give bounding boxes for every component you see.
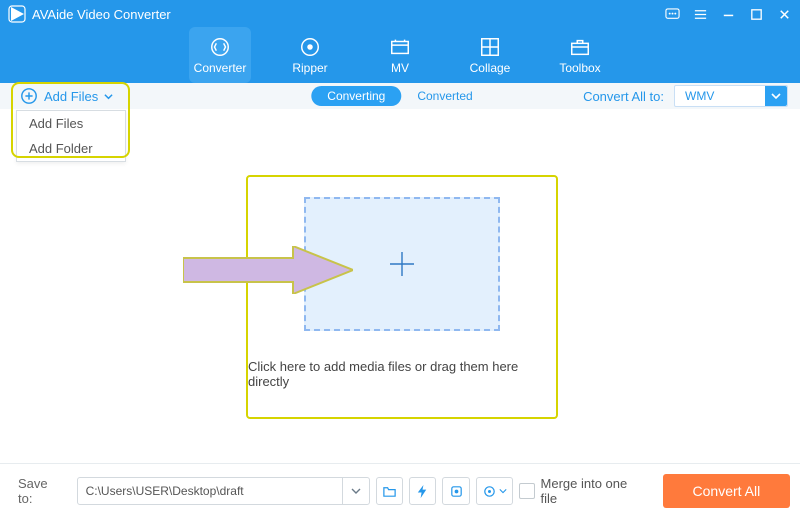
tab-label: Converter bbox=[194, 61, 247, 75]
converter-icon bbox=[209, 36, 231, 58]
close-icon[interactable] bbox=[776, 6, 792, 22]
merge-toggle[interactable]: Merge into one file bbox=[519, 476, 645, 506]
feedback-icon[interactable] bbox=[664, 6, 680, 22]
hw-accel-button[interactable] bbox=[409, 477, 436, 505]
tab-label: Toolbox bbox=[559, 61, 600, 75]
menu-item-add-files[interactable]: Add Files bbox=[17, 111, 125, 136]
menu-item-add-folder[interactable]: Add Folder bbox=[17, 136, 125, 161]
ripper-icon bbox=[299, 36, 321, 58]
dropzone-instruction: Click here to add media files or drag th… bbox=[248, 359, 556, 389]
collage-icon bbox=[479, 36, 501, 58]
chevron-down-icon bbox=[104, 92, 113, 101]
output-format-value: WMV bbox=[675, 89, 765, 103]
tab-label: MV bbox=[391, 61, 409, 75]
tab-label: Collage bbox=[470, 61, 511, 75]
menu-icon[interactable] bbox=[692, 6, 708, 22]
tab-converter[interactable]: Converter bbox=[189, 27, 251, 83]
save-path-box: C:\Users\USER\Desktop\draft bbox=[77, 477, 370, 505]
title-bar: AVAide Video Converter bbox=[0, 0, 800, 28]
minimize-icon[interactable] bbox=[720, 6, 736, 22]
add-files-label: Add Files bbox=[44, 89, 98, 104]
toolbox-icon bbox=[569, 36, 591, 58]
convert-all-to: Convert All to: WMV bbox=[583, 85, 800, 107]
save-path-value: C:\Users\USER\Desktop\draft bbox=[78, 478, 343, 504]
tab-label: Ripper bbox=[292, 61, 327, 75]
segment-converting[interactable]: Converting bbox=[311, 86, 401, 106]
chevron-down-icon bbox=[499, 487, 507, 495]
sub-toolbar: Add Files Converting Converted Convert A… bbox=[0, 83, 800, 110]
settings-button[interactable] bbox=[476, 477, 513, 505]
chip-icon bbox=[449, 484, 464, 499]
save-path-dropdown[interactable] bbox=[342, 478, 368, 504]
app-header: AVAide Video Converter Converter Ripper … bbox=[0, 0, 800, 83]
main-tabs: Converter Ripper MV Collage Toolbox bbox=[0, 27, 800, 83]
convert-all-button[interactable]: Convert All bbox=[663, 474, 790, 508]
tab-ripper[interactable]: Ripper bbox=[279, 27, 341, 83]
add-files-button[interactable]: Add Files bbox=[0, 83, 133, 109]
plus-circle-icon bbox=[20, 87, 38, 105]
gear-icon bbox=[482, 484, 497, 499]
tab-toolbox[interactable]: Toolbox bbox=[549, 27, 611, 83]
state-segment: Converting Converted bbox=[311, 83, 488, 109]
high-speed-button[interactable] bbox=[442, 477, 469, 505]
save-to-label: Save to: bbox=[18, 476, 65, 506]
mv-icon bbox=[389, 36, 411, 58]
convert-all-label: Convert All bbox=[693, 483, 761, 499]
add-files-menu: Add Files Add Folder bbox=[16, 110, 126, 162]
folder-icon bbox=[382, 484, 397, 499]
segment-converted[interactable]: Converted bbox=[401, 86, 488, 106]
logo-icon bbox=[8, 5, 26, 23]
annotation-highlight-dropzone: Click here to add media files or drag th… bbox=[246, 175, 558, 419]
app-title: AVAide Video Converter bbox=[32, 7, 171, 22]
merge-label: Merge into one file bbox=[541, 476, 645, 506]
open-folder-button[interactable] bbox=[376, 477, 403, 505]
app-logo: AVAide Video Converter bbox=[8, 5, 171, 23]
tab-collage[interactable]: Collage bbox=[459, 27, 521, 83]
tab-mv[interactable]: MV bbox=[369, 27, 431, 83]
checkbox-icon bbox=[519, 483, 535, 499]
bolt-icon bbox=[415, 484, 430, 499]
convert-all-to-label: Convert All to: bbox=[583, 89, 664, 104]
chevron-down-icon bbox=[765, 86, 787, 106]
footer-bar: Save to: C:\Users\USER\Desktop\draft Mer… bbox=[0, 463, 800, 518]
output-format-select[interactable]: WMV bbox=[674, 85, 788, 107]
dropzone[interactable] bbox=[304, 197, 500, 331]
plus-icon bbox=[385, 247, 419, 281]
maximize-icon[interactable] bbox=[748, 6, 764, 22]
